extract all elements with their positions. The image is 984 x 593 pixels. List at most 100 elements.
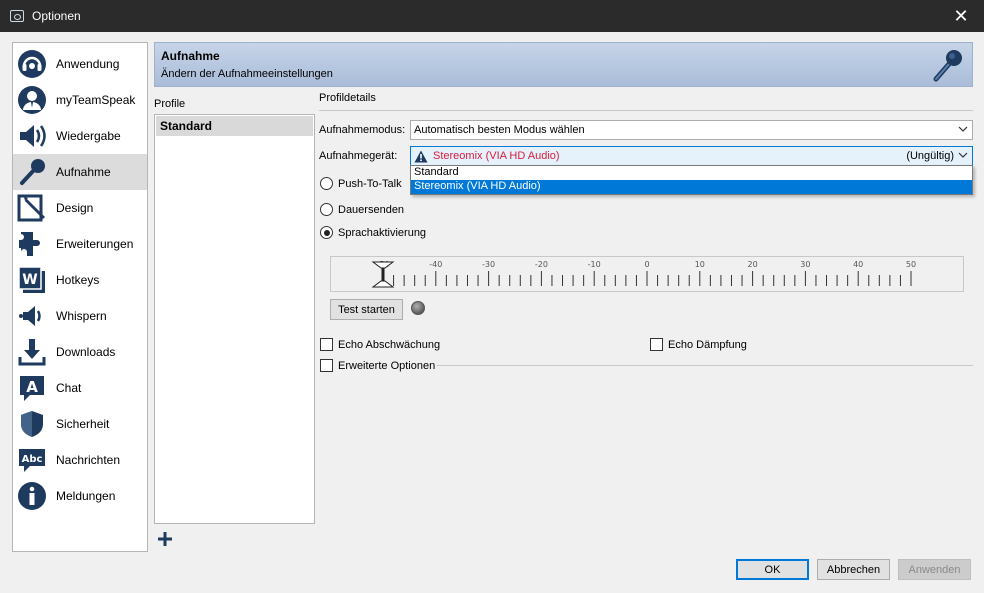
checkbox-label: Echo Dämpfung [668, 338, 747, 351]
sidebar-item-label: Design [56, 201, 94, 215]
chat-a-icon: A [16, 372, 48, 404]
sidebar-item-sicherheit[interactable]: Sicherheit [13, 406, 147, 442]
radio-label: Push-To-Talk [338, 177, 402, 190]
mode-label: Aufnahmemodus: [319, 124, 406, 136]
meter-tick-label: -10 [588, 260, 601, 269]
section-title: Aufnahme [161, 49, 220, 63]
sidebar-item-label: Aufnahme [56, 165, 111, 179]
cancel-button[interactable]: Abbrechen [817, 559, 890, 580]
sidebar-item-wiedergabe[interactable]: Wiedergabe [13, 118, 147, 154]
shield-icon [16, 408, 48, 440]
device-status: (Ungültig) [906, 150, 954, 162]
sidebar-item-label: Wiedergabe [56, 129, 121, 143]
category-sidebar: Anwendung myTeamSpeak Wiedergabe Aufnahm… [12, 42, 148, 552]
device-select[interactable]: Stereomix (VIA HD Audio) (Ungültig) [410, 146, 973, 166]
mode-value: Automatisch besten Modus wählen [414, 124, 585, 136]
sidebar-item-hotkeys[interactable]: W Hotkeys [13, 262, 147, 298]
checkbox-label: Erweiterte Optionen [338, 359, 436, 372]
app-window-icon [10, 10, 24, 22]
apply-button[interactable]: Anwenden [898, 559, 971, 580]
svg-text:Abc: Abc [22, 454, 43, 465]
meter-tick-label: -40 [429, 260, 442, 269]
microphone-icon [930, 47, 966, 83]
puzzle-icon [16, 228, 48, 260]
sidebar-item-erweiterungen[interactable]: Erweiterungen [13, 226, 147, 262]
radio-button[interactable] [320, 226, 333, 239]
window-titlebar: Optionen ✕ [0, 0, 984, 32]
sidebar-item-anwendung[interactable]: Anwendung [13, 46, 147, 82]
sidebar-item-design[interactable]: Design [13, 190, 147, 226]
meter-tick-label: 30 [800, 260, 810, 269]
device-option[interactable]: Standard [411, 166, 972, 180]
plus-icon [156, 530, 174, 551]
checkbox-echo-abschwaechung[interactable]: Echo Abschwächung [320, 338, 440, 351]
checkbox[interactable] [650, 338, 663, 351]
window-title: Optionen [32, 9, 81, 23]
checkbox-echo-daempfung[interactable]: Echo Dämpfung [650, 338, 747, 351]
sidebar-item-label: Sicherheit [56, 417, 110, 431]
sidebar-item-downloads[interactable]: Downloads [13, 334, 147, 370]
checkbox-label: Echo Abschwächung [338, 338, 441, 351]
divider [319, 110, 973, 111]
meter-tick-label: 0 [644, 260, 649, 269]
ok-button[interactable]: OK [736, 559, 809, 580]
sidebar-item-meldungen[interactable]: Meldungen [13, 478, 147, 514]
headset-icon [16, 48, 48, 80]
chevron-down-icon [958, 150, 968, 160]
device-option-selected[interactable]: Stereomix (VIA HD Audio) [411, 180, 972, 194]
info-icon [16, 480, 48, 512]
warning-icon [414, 150, 428, 163]
radio-button[interactable] [320, 203, 333, 216]
design-pen-icon [16, 192, 48, 224]
profile-list[interactable]: Standard [154, 114, 315, 524]
sidebar-item-label: Anwendung [56, 57, 120, 71]
status-led-icon [411, 301, 425, 315]
sidebar-item-aufnahme[interactable]: Aufnahme [13, 154, 147, 190]
checkbox[interactable] [320, 338, 333, 351]
sidebar-item-label: Whispern [56, 309, 107, 323]
test-start-button[interactable]: Test starten [330, 299, 403, 320]
profiles-label: Profile [154, 98, 186, 110]
microphone-icon [16, 156, 48, 188]
sidebar-item-myteamspeak[interactable]: myTeamSpeak [13, 82, 147, 118]
meter-tick-label: -30 [482, 260, 495, 269]
checkbox-erweiterte-optionen[interactable]: Erweiterte Optionen [320, 359, 435, 372]
meter-scale: -50-40-30-20-1001020304050 [371, 260, 916, 288]
device-dropdown-list: Standard Stereomix (VIA HD Audio) [410, 165, 973, 195]
sidebar-item-nachrichten[interactable]: Abc Nachrichten [13, 442, 147, 478]
mode-select[interactable]: Automatisch besten Modus wählen [410, 120, 973, 140]
profile-item[interactable]: Standard [156, 116, 313, 136]
sidebar-item-whispern[interactable]: Whispern [13, 298, 147, 334]
close-icon[interactable]: ✕ [938, 0, 984, 32]
sidebar-item-label: Erweiterungen [56, 237, 134, 251]
sidebar-item-label: Meldungen [56, 489, 116, 503]
speaker-icon [16, 120, 48, 152]
add-profile-button[interactable] [154, 530, 176, 550]
radio-sprachaktivierung[interactable]: Sprachaktivierung [320, 226, 426, 239]
meter-tick-label: 50 [906, 260, 916, 269]
svg-text:A: A [26, 378, 38, 396]
abc-message-icon: Abc [16, 444, 48, 476]
radio-button[interactable] [320, 177, 333, 190]
keyboard-w-icon: W [16, 264, 48, 296]
meter-tick-label: 10 [695, 260, 705, 269]
sidebar-item-label: Hotkeys [56, 273, 100, 287]
meter-tick-label: -20 [535, 260, 548, 269]
download-icon [16, 336, 48, 368]
radio-dauersenden[interactable]: Dauersenden [320, 203, 404, 216]
section-subtitle: Ändern der Aufnahmeeinstellungen [161, 68, 333, 80]
meter-tick-label: 40 [853, 260, 863, 269]
chevron-down-icon [958, 124, 968, 134]
voice-activation-meter[interactable]: -50-40-30-20-1001020304050 [330, 256, 964, 292]
radio-label: Sprachaktivierung [338, 226, 427, 239]
sidebar-item-label: Chat [56, 381, 82, 395]
sidebar-item-label: myTeamSpeak [56, 93, 136, 107]
sidebar-item-label: Nachrichten [56, 453, 121, 467]
device-label: Aufnahmegerät: [319, 150, 398, 162]
checkbox[interactable] [320, 359, 333, 372]
radio-push-to-talk[interactable]: Push-To-Talk [320, 177, 402, 190]
sidebar-item-chat[interactable]: A Chat [13, 370, 147, 406]
radio-label: Dauersenden [338, 203, 405, 216]
sidebar-item-label: Downloads [56, 345, 116, 359]
profile-details-label: Profildetails [319, 92, 376, 104]
